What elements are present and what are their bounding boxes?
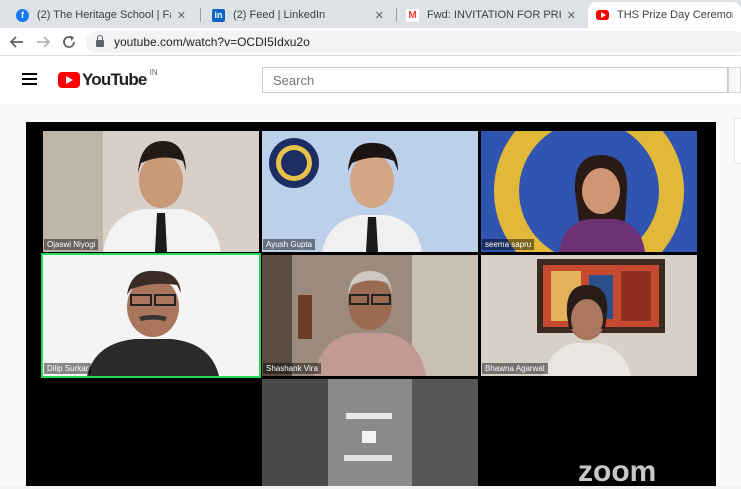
tab-facebook[interactable]: f (2) The Heritage School | Facebo ✕: [8, 2, 194, 28]
tab-close-icon[interactable]: ✕: [375, 9, 384, 22]
search-button[interactable]: [728, 67, 741, 93]
tab-close-icon[interactable]: ✕: [177, 9, 186, 22]
back-arrow-icon: [10, 36, 23, 48]
participant-video: [262, 255, 478, 376]
side-panel-card: [734, 118, 741, 164]
participant-tile: seema sapru: [481, 131, 697, 252]
tab-title: Fwd: INVITATION FOR PRIZE DAY: [427, 9, 561, 21]
tab-separator: [396, 8, 397, 22]
participant-tile: Bhawna Agarwal: [481, 255, 697, 376]
reload-icon: [63, 35, 75, 48]
participant-name: seema sapru: [482, 239, 535, 250]
participant-name: Dilip Surkar: [44, 363, 92, 374]
tab-title: (2) The Heritage School | Facebo: [37, 9, 171, 21]
tab-youtube-active[interactable]: THS Prize Day Ceremony 202: [588, 2, 741, 28]
participant-name: Bhawna Agarwal: [482, 363, 548, 374]
participant-video: [481, 255, 697, 376]
tab-linkedin[interactable]: in (2) Feed | LinkedIn ✕: [204, 2, 392, 28]
address-bar[interactable]: youtube.com/watch?v=OCDI5Idxu2o: [86, 31, 741, 53]
participant-video: [481, 131, 697, 252]
browser-tab-strip: f (2) The Heritage School | Facebo ✕ in …: [0, 0, 741, 28]
participant-name: Ojaswi Niyogi: [44, 239, 99, 250]
region-code: IN: [149, 67, 158, 77]
forward-button[interactable]: [34, 33, 52, 51]
participant-video: [43, 131, 259, 252]
gmail-icon: M: [406, 8, 419, 22]
tab-close-icon[interactable]: ✕: [567, 9, 576, 22]
menu-icon[interactable]: [22, 73, 37, 85]
facebook-icon: f: [16, 8, 29, 22]
tab-gmail[interactable]: M Fwd: INVITATION FOR PRIZE DAY ✕: [398, 2, 584, 28]
search-input[interactable]: [262, 67, 728, 93]
reload-button[interactable]: [60, 33, 78, 51]
youtube-wordmark: YouTube: [82, 70, 147, 89]
tab-title: (2) Feed | LinkedIn: [233, 9, 326, 21]
participant-tile: Ayush Gupta: [262, 131, 478, 252]
participant-name: Shashank Vira: [263, 363, 321, 374]
participant-name: Ayush Gupta: [263, 239, 316, 250]
participant-tile: [262, 379, 478, 486]
zoom-watermark: zoom: [578, 455, 657, 488]
participant-video: [262, 131, 478, 252]
youtube-play-icon: [58, 72, 80, 88]
participant-video: [43, 255, 259, 376]
participant-video: [262, 379, 478, 486]
participant-tile: Shashank Vira: [262, 255, 478, 376]
linkedin-icon: in: [212, 8, 225, 22]
browser-toolbar: youtube.com/watch?v=OCDI5Idxu2o: [0, 28, 741, 56]
tab-title: THS Prize Day Ceremony 202: [617, 9, 733, 21]
tab-separator: [200, 8, 201, 22]
participant-tile-active-speaker: Dilip Surkar: [41, 253, 261, 378]
youtube-logo[interactable]: YouTube IN: [58, 67, 158, 90]
url-text: youtube.com/watch?v=OCDI5Idxu2o: [114, 35, 310, 49]
lock-icon: [96, 35, 104, 47]
forward-arrow-icon: [37, 36, 50, 48]
participant-tile: Ojaswi Niyogi: [43, 131, 259, 252]
youtube-icon: [596, 10, 609, 20]
back-button[interactable]: [8, 33, 26, 51]
